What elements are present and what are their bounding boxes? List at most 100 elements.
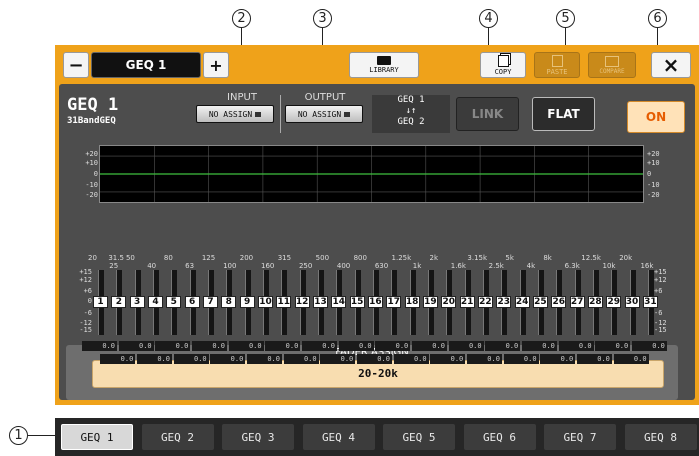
freq-label-upper: 1.25k xyxy=(391,254,412,262)
band-number-knob[interactable]: 11 xyxy=(276,296,292,308)
copy-button[interactable]: COPY xyxy=(480,52,526,78)
tab-geq-3[interactable]: GEQ 3 xyxy=(222,424,294,450)
next-rack-button[interactable]: + xyxy=(203,52,229,78)
graph-db-tick-left: 0 xyxy=(93,170,98,178)
compare-button[interactable]: COMPARE xyxy=(588,52,636,78)
fader-scale-label-right: +6 xyxy=(654,287,663,295)
freq-label-lower: 400 xyxy=(336,262,351,270)
band-gain-readout: 0.0 xyxy=(136,354,172,364)
flat-button[interactable]: FLAT xyxy=(532,97,595,131)
band-gain-readout: 0.0 xyxy=(430,354,466,364)
link-button[interactable]: LINK xyxy=(456,97,519,131)
tab-geq-8[interactable]: GEQ 8 xyxy=(624,424,697,450)
library-button[interactable]: LIBRARY xyxy=(349,52,419,78)
band-number-knob[interactable]: 23 xyxy=(496,296,512,308)
prev-rack-button[interactable]: − xyxy=(63,52,89,78)
band-number-knob[interactable]: 29 xyxy=(606,296,622,308)
band-gain-readout: 0.0 xyxy=(155,341,191,351)
tab-geq-4[interactable]: GEQ 4 xyxy=(302,424,375,450)
output-assign-button[interactable]: NO ASSIGN xyxy=(285,105,363,123)
band-number-knob[interactable]: 27 xyxy=(569,296,585,308)
freq-label-upper: 20 xyxy=(88,254,97,262)
band-number-knob[interactable]: 1 xyxy=(93,296,108,308)
band-gain-readout: 0.0 xyxy=(448,341,484,351)
band-number-knob[interactable]: 6 xyxy=(184,296,200,308)
callout-3: 3 xyxy=(313,9,332,28)
freq-label-upper: 315 xyxy=(277,254,292,262)
freq-label-lower: 63 xyxy=(185,262,195,270)
freq-label-lower: 16k xyxy=(640,262,654,270)
band-number-knob[interactable]: 8 xyxy=(221,296,237,308)
fader-scale-label-left: -15 xyxy=(79,326,92,334)
band-number-knob[interactable]: 14 xyxy=(331,296,347,308)
fader-scale-label-left: +15 xyxy=(79,268,92,276)
freq-label-upper: 3.15k xyxy=(467,254,488,262)
freq-label-lower: 40 xyxy=(147,262,157,270)
callout-5: 5 xyxy=(556,9,575,28)
band-gain-readout: 0.0 xyxy=(375,341,411,351)
link-target: GEQ 2 xyxy=(397,117,425,127)
band-number-knob[interactable]: 4 xyxy=(147,296,163,308)
band-number-knob[interactable]: 25 xyxy=(532,296,548,308)
band-number-knob[interactable]: 21 xyxy=(459,296,475,308)
input-assign-button[interactable]: NO ASSIGN xyxy=(196,105,274,123)
band-number-knob[interactable]: 13 xyxy=(312,296,328,308)
eq-graph-svg xyxy=(100,146,643,202)
fader-scale-label-left: +12 xyxy=(79,276,92,284)
band-gain-readout: 0.0 xyxy=(595,341,631,351)
fader-assign-button[interactable]: 20-20k xyxy=(92,360,664,388)
band-number-knob[interactable]: 31 xyxy=(642,296,658,308)
band-number-knob[interactable]: 3 xyxy=(129,296,145,308)
fader-scale-label-left: -6 xyxy=(83,309,92,317)
band-number-knob[interactable]: 24 xyxy=(514,296,530,308)
band-number-knob[interactable]: 10 xyxy=(257,296,273,308)
band-number-knob[interactable]: 30 xyxy=(624,296,640,308)
eq-response-graph xyxy=(99,145,644,203)
freq-label-upper: 5k xyxy=(505,254,514,262)
band-number-knob[interactable]: 28 xyxy=(587,296,603,308)
band-number-knob[interactable]: 7 xyxy=(202,296,218,308)
link-indicator: GEQ 1 ↓↑ GEQ 2 xyxy=(372,95,450,133)
callout-4: 4 xyxy=(479,9,498,28)
band-number-knob[interactable]: 5 xyxy=(166,296,182,308)
freq-label-lower: 2.5k xyxy=(488,262,504,270)
band-number-knob[interactable]: 22 xyxy=(477,296,493,308)
graph-db-tick-left: -10 xyxy=(85,181,98,189)
band-number-knob[interactable]: 15 xyxy=(349,296,365,308)
band-gain-readout: 0.0 xyxy=(503,354,539,364)
callout-6: 6 xyxy=(648,9,667,28)
fader-scale-label-left: +6 xyxy=(83,287,92,295)
freq-label-lower: 250 xyxy=(298,262,313,270)
band-number-knob[interactable]: 9 xyxy=(239,296,255,308)
close-button[interactable]: × xyxy=(651,52,691,78)
band-number-knob[interactable]: 12 xyxy=(294,296,310,308)
band-gain-readout: 0.0 xyxy=(173,354,209,364)
band-gain-readout: 0.0 xyxy=(393,354,429,364)
geq-subtitle: 31BandGEQ xyxy=(67,116,116,126)
band-number-knob[interactable]: 26 xyxy=(551,296,567,308)
freq-label-lower: 1.6k xyxy=(450,262,466,270)
band-gain-readout: 0.0 xyxy=(100,354,136,364)
callout-1: 1 xyxy=(9,426,28,445)
band-number-knob[interactable]: 16 xyxy=(367,296,383,308)
graph-db-tick-right: -20 xyxy=(647,191,660,199)
band-number-knob[interactable]: 17 xyxy=(386,296,402,308)
freq-label-upper: 80 xyxy=(163,254,173,262)
link-arrows-icon: ↓↑ xyxy=(405,106,417,116)
tab-geq-6[interactable]: GEQ 6 xyxy=(463,424,536,450)
tab-geq-5[interactable]: GEQ 5 xyxy=(383,424,455,450)
band-number-knob[interactable]: 20 xyxy=(441,296,457,308)
fader-scale-label-left: 0 xyxy=(87,297,92,305)
tab-geq-7[interactable]: GEQ 7 xyxy=(544,424,616,450)
on-button[interactable]: ON xyxy=(627,101,685,133)
output-label: OUTPUT xyxy=(304,92,346,103)
freq-label-lower: 100 xyxy=(223,262,237,270)
band-gain-readout: 0.0 xyxy=(118,341,154,351)
band-number-knob[interactable]: 2 xyxy=(111,296,127,308)
band-number-knob[interactable]: 19 xyxy=(422,296,438,308)
paste-button[interactable]: PASTE xyxy=(534,52,580,78)
band-number-knob[interactable]: 18 xyxy=(404,296,420,308)
tab-geq-2[interactable]: GEQ 2 xyxy=(141,424,214,450)
tab-geq-1[interactable]: GEQ 1 xyxy=(61,424,133,450)
fader-scale-label-right: +15 xyxy=(654,268,667,276)
